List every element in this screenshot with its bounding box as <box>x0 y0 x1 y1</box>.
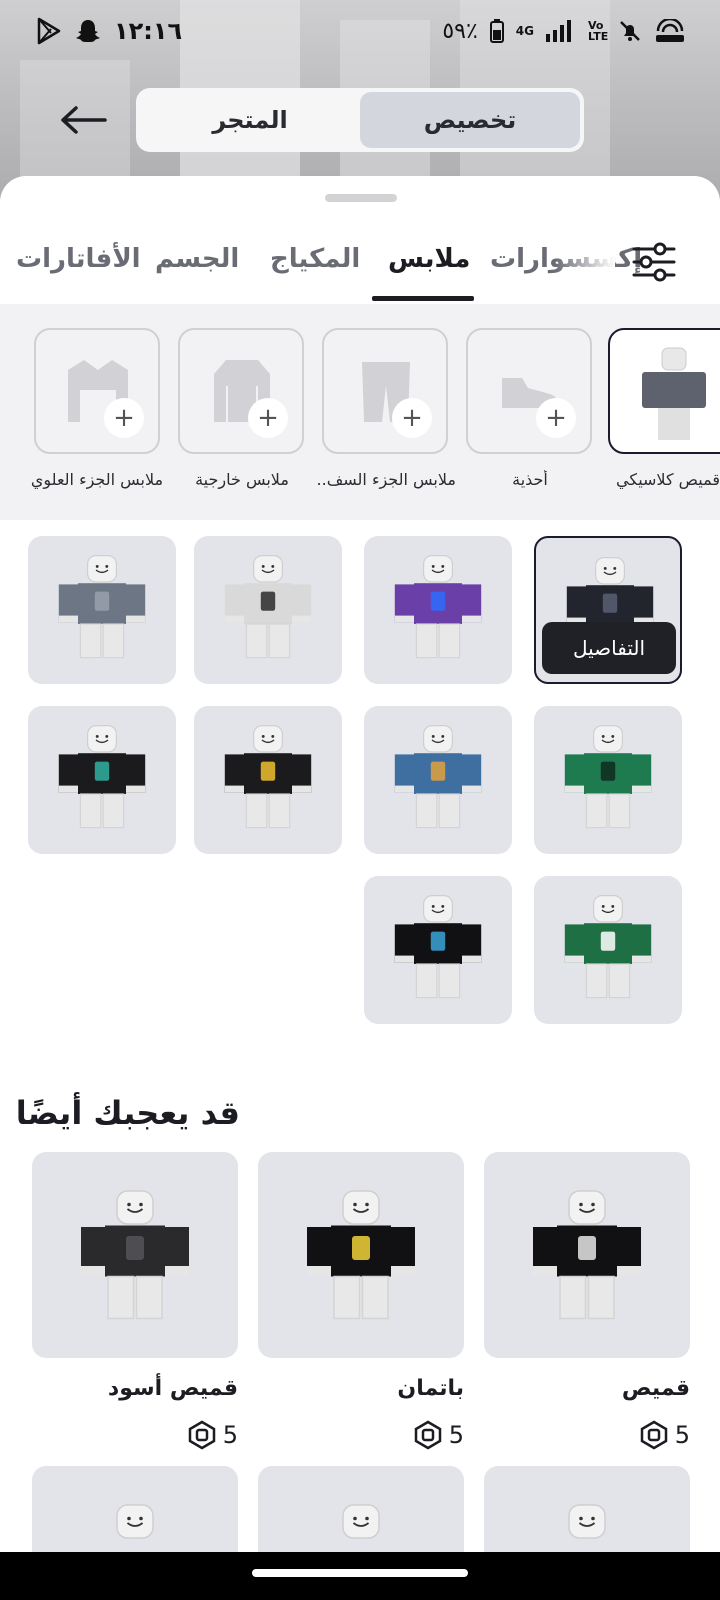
owned-item-tile[interactable] <box>28 536 176 684</box>
robux-icon <box>640 1420 667 1450</box>
price-value: 5 <box>674 1421 690 1449</box>
owned-item-tile[interactable] <box>364 876 512 1024</box>
subcategory-label: ملابس الجزء السف... <box>316 470 456 489</box>
subcategory-outerwear[interactable]: + <box>178 328 304 454</box>
item-thumbnail <box>394 725 482 829</box>
volte-label: Vo LTE <box>588 19 609 43</box>
recommended-item-name: باتمان <box>397 1376 464 1401</box>
battery-percent: ٥٩٪ <box>442 18 478 44</box>
item-thumbnail <box>394 555 482 659</box>
robux-icon <box>188 1420 215 1450</box>
recommended-item-card[interactable] <box>484 1152 690 1358</box>
item-thumbnail <box>564 895 652 999</box>
hotspot-icon <box>656 19 684 42</box>
recommended-thumbnail <box>81 1504 189 1552</box>
item-thumbnail <box>394 895 482 999</box>
subcategory-row: + + + + قميص كلاسيكي أحذية ملابس الجزء ا… <box>0 304 720 520</box>
item-thumbnail <box>564 725 652 829</box>
price-value: 5 <box>448 1421 464 1449</box>
tabs-fade <box>555 236 615 290</box>
arrow-left-icon <box>61 106 107 134</box>
system-navigation-bar <box>0 1552 720 1600</box>
subcategory-pants[interactable]: + <box>322 328 448 454</box>
subcategory-label: أحذية <box>512 470 548 489</box>
owned-item-tile[interactable]: التفاصيل <box>534 536 682 684</box>
recommended-thumbnail <box>307 1504 415 1552</box>
owned-item-tile[interactable] <box>364 536 512 684</box>
filter-button[interactable] <box>632 240 676 284</box>
recommended-item-card[interactable] <box>32 1466 238 1552</box>
clock: ١٢:١٦ <box>114 17 183 45</box>
avatar-editor-sheet: الأفاتارات الجسم المكياج ملابس إكسسوارات <box>0 176 720 1552</box>
recommended-item-price: 5 <box>413 1420 464 1450</box>
subcategory-label: ملابس خارجية <box>195 470 289 489</box>
item-thumbnail <box>224 555 312 659</box>
subcategory-classic-shirt[interactable] <box>608 328 720 454</box>
recommended-thumbnail <box>533 1504 641 1552</box>
sliders-icon <box>632 242 676 282</box>
owned-item-tile[interactable] <box>534 876 682 1024</box>
owned-item-tile[interactable] <box>364 706 512 854</box>
recommended-thumbnail <box>533 1190 641 1320</box>
back-button[interactable] <box>56 95 112 145</box>
robux-icon <box>414 1420 441 1450</box>
owned-item-tile[interactable] <box>28 706 176 854</box>
snapchat-icon <box>76 20 100 42</box>
status-left: ٥٩٪ 4G Vo LTE <box>442 19 686 44</box>
tab-body[interactable]: الجسم <box>155 244 239 274</box>
recommended-item-card[interactable] <box>258 1466 464 1552</box>
signal-icon <box>546 20 571 42</box>
tab-avatars[interactable]: الأفاتارات <box>16 244 141 274</box>
add-icon: + <box>104 398 144 438</box>
segment-shop[interactable]: المتجر <box>140 92 360 148</box>
owned-item-tile[interactable] <box>534 706 682 854</box>
tab-clothing[interactable]: ملابس <box>388 244 470 274</box>
drag-handle[interactable] <box>325 194 397 202</box>
subcategory-tops[interactable]: + <box>34 328 160 454</box>
status-right: ١٢:١٦ <box>36 17 182 45</box>
item-thumbnail <box>58 725 146 829</box>
recommendations-title: قد يعجبك أيضًا <box>15 1094 240 1132</box>
add-icon: + <box>392 398 432 438</box>
home-gesture-pill[interactable] <box>252 1569 468 1577</box>
recommended-item-card[interactable] <box>258 1152 464 1358</box>
recommended-thumbnail <box>307 1190 415 1320</box>
subcategory-shoes[interactable]: + <box>466 328 592 454</box>
network-type: 4G <box>515 24 534 38</box>
details-button[interactable]: التفاصيل <box>542 622 676 674</box>
item-thumbnail <box>58 555 146 659</box>
owned-item-tile[interactable] <box>194 536 342 684</box>
tab-makeup[interactable]: المكياج <box>270 244 360 274</box>
recommended-item-name: قميص <box>621 1376 690 1401</box>
subcategory-label: ملابس الجزء العلوي <box>30 470 164 489</box>
segment-customize[interactable]: تخصيص <box>360 92 580 148</box>
item-thumbnail <box>224 725 312 829</box>
add-icon: + <box>248 398 288 438</box>
subcategory-label: قميص كلاسيكي <box>616 470 720 489</box>
category-tabs: الأفاتارات الجسم المكياج ملابس إكسسوارات <box>0 216 720 302</box>
owned-item-tile[interactable] <box>194 706 342 854</box>
recommended-item-price: 5 <box>187 1420 238 1450</box>
battery-icon <box>489 19 504 43</box>
recommended-item-name: قميص أسود <box>107 1376 238 1401</box>
add-icon: + <box>536 398 576 438</box>
recommended-item-card[interactable] <box>484 1466 690 1552</box>
classic-shirt-thumbnail <box>642 347 706 440</box>
recommended-item-price: 5 <box>639 1420 690 1450</box>
active-tab-indicator <box>372 296 474 301</box>
play-store-icon <box>37 17 61 45</box>
mode-segmented-control: تخصيص المتجر <box>136 88 584 152</box>
price-value: 5 <box>222 1421 238 1449</box>
mute-bell-icon <box>620 21 640 41</box>
recommended-thumbnail <box>81 1190 189 1320</box>
recommended-item-card[interactable] <box>32 1152 238 1358</box>
status-bar: ٥٩٪ 4G Vo LTE ١٢:١٦ <box>0 0 720 62</box>
